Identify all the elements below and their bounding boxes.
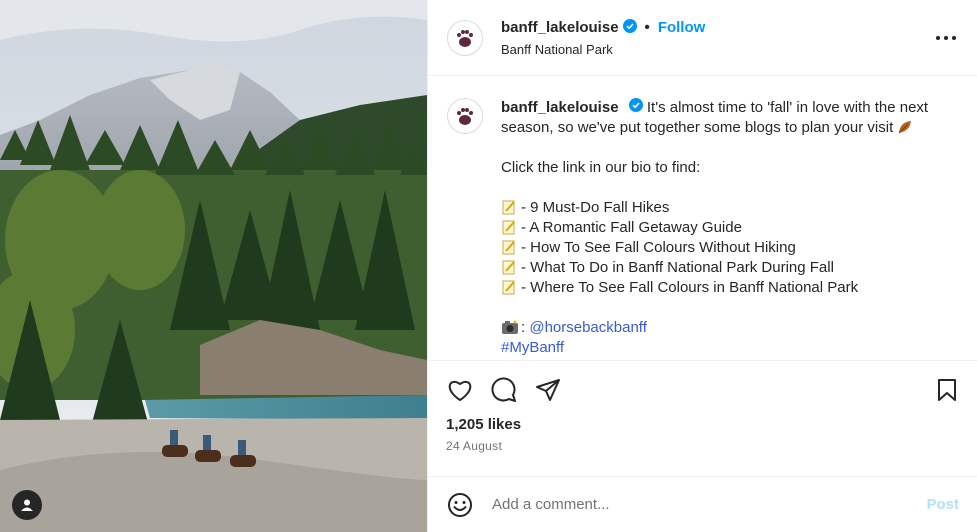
memo-emoji-icon xyxy=(501,199,517,215)
location-link[interactable]: Banff National Park xyxy=(501,42,934,57)
follow-button[interactable]: Follow xyxy=(658,19,706,36)
bear-paw-logo xyxy=(457,108,473,125)
credit-mention-link[interactable]: @horsebackbanff xyxy=(529,319,647,336)
leaf-emoji-icon xyxy=(897,119,913,135)
add-comment-bar: Post xyxy=(428,476,977,532)
separator-dot: • xyxy=(644,19,650,36)
likes-count[interactable]: 1,205 likes xyxy=(446,416,961,433)
avatar[interactable] xyxy=(447,19,483,56)
list-item: - 9 Must-Do Fall Hikes xyxy=(501,198,958,218)
user-tag-icon[interactable] xyxy=(12,490,42,520)
verified-badge-icon xyxy=(622,18,637,37)
memo-emoji-icon xyxy=(501,239,517,255)
comment-icon[interactable] xyxy=(490,376,518,404)
username[interactable]: banff_lakelouise xyxy=(501,19,619,36)
memo-emoji-icon xyxy=(501,219,517,235)
comment-input[interactable] xyxy=(490,495,927,514)
more-icon[interactable] xyxy=(934,26,958,50)
post-header: banff_lakelouise • Follow Banff National… xyxy=(428,0,977,76)
caption-instruction: Click the link in our bio to find: xyxy=(501,159,701,177)
camera-emoji-icon xyxy=(501,319,518,335)
post-photo[interactable] xyxy=(0,0,427,532)
caption-area: banff_lakelouise It's almost time to 'fa… xyxy=(428,76,977,360)
caption-avatar[interactable] xyxy=(447,98,483,134)
memo-emoji-icon xyxy=(501,259,517,275)
bookmark-icon[interactable] xyxy=(933,376,961,404)
caption-list: - 9 Must-Do Fall Hikes - A Romantic Fall… xyxy=(501,198,958,298)
post-details-panel: banff_lakelouise • Follow Banff National… xyxy=(427,0,977,532)
memo-emoji-icon xyxy=(501,279,517,295)
post-date: 24 August xyxy=(446,439,503,453)
caption-username[interactable]: banff_lakelouise xyxy=(501,99,619,116)
heart-icon[interactable] xyxy=(446,376,474,404)
hashtag-link[interactable]: #MyBanff xyxy=(501,338,958,358)
list-item: - How To See Fall Colours Without Hiking xyxy=(501,238,958,258)
verified-badge-icon xyxy=(628,98,643,118)
post-actions: 1,205 likes 24 August xyxy=(428,360,977,476)
list-item: - What To Do in Banff National Park Duri… xyxy=(501,258,958,278)
list-item: - A Romantic Fall Getaway Guide xyxy=(501,218,958,238)
share-icon[interactable] xyxy=(534,376,562,404)
smile-icon[interactable] xyxy=(446,491,474,519)
bear-paw-logo xyxy=(457,29,473,47)
post-comment-button[interactable]: Post xyxy=(926,496,959,513)
landscape-photo xyxy=(0,0,427,532)
instagram-post: banff_lakelouise • Follow Banff National… xyxy=(0,0,977,532)
list-item: - Where To See Fall Colours in Banff Nat… xyxy=(501,278,958,298)
caption-text: banff_lakelouise It's almost time to 'fa… xyxy=(501,98,958,360)
photo-credit: : @horsebackbanff xyxy=(501,318,958,338)
